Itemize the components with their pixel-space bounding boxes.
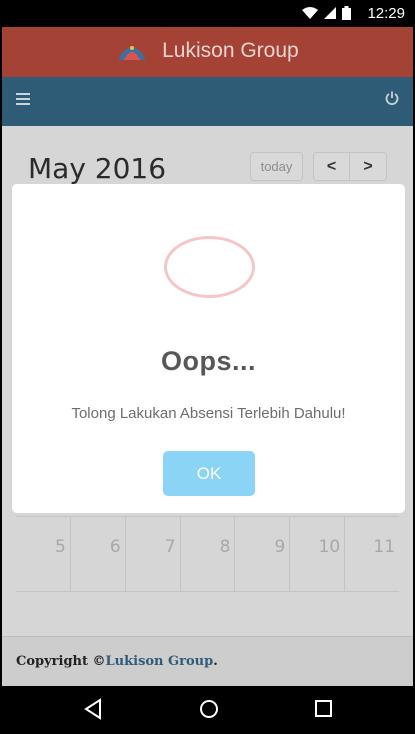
dialog-title: Oops... [160, 346, 256, 376]
alert-dialog: Oops... Tolong Lakukan Absensi Terlebih … [12, 184, 405, 513]
error-icon [164, 236, 255, 298]
modal-overlay[interactable]: Oops... Tolong Lakukan Absensi Terlebih … [2, 0, 413, 734]
app-screen: 12:29 Lukison Group May 2016 today < > 5… [2, 0, 413, 734]
ok-button[interactable]: OK [163, 451, 255, 496]
dialog-message: Tolong Lakukan Absensi Terlebih Dahulu! [71, 405, 346, 422]
